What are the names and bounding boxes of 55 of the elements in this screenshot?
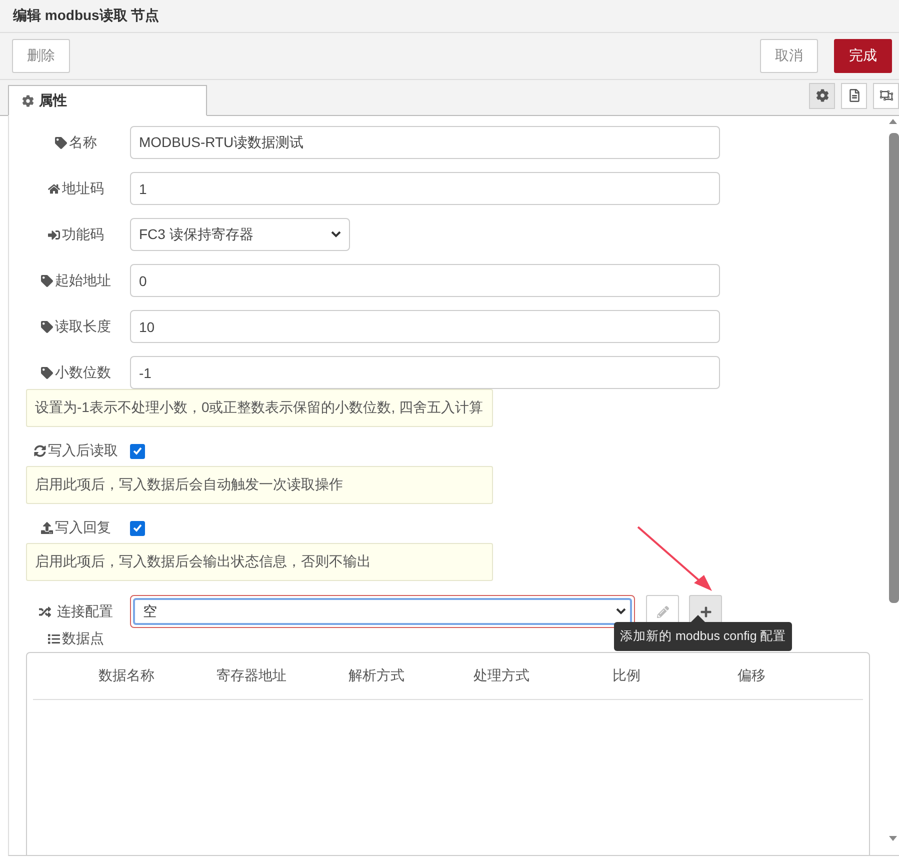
chevron-icon (616, 608, 626, 615)
check-icon (133, 524, 142, 532)
refresh-icon (34, 445, 46, 457)
chevron-icon (331, 231, 341, 238)
option-label: 写入回复 (55, 519, 111, 537)
frame-icon[interactable] (873, 82, 899, 108)
pencil-icon (656, 606, 668, 618)
delete-button[interactable]: 删除 (12, 39, 70, 73)
home-icon (48, 182, 60, 194)
select-field[interactable]: FC3 读保持寄存器 (130, 218, 350, 251)
column-header: 数据名称 (98, 667, 156, 685)
shuffle-icon (39, 606, 52, 618)
check-icon (133, 447, 142, 455)
checkbox[interactable] (130, 520, 145, 536)
section-label: 数据点 (62, 630, 104, 648)
option-label: 写入后读取 (48, 442, 118, 460)
gear-icon (22, 94, 34, 106)
field-label: 地址码 (62, 180, 104, 198)
tag-icon (41, 366, 53, 378)
document-icon[interactable] (841, 82, 867, 108)
hint-text: 启用此项后，写入数据后会输出状态信息，否则不输出 (26, 543, 493, 581)
field-label: 名称 (69, 134, 97, 152)
sign-in-icon (48, 228, 60, 240)
input-field[interactable]: MODBUS-RTU读数据测试 (130, 126, 720, 159)
field-label: 读取长度 (55, 318, 111, 336)
tag-icon (41, 274, 53, 286)
settings-icon[interactable] (809, 82, 835, 108)
column-header: 偏移 (736, 667, 766, 685)
field-label: 小数位数 (55, 364, 111, 382)
input-field[interactable]: 1 (130, 172, 720, 205)
connection-label: 连接配置 (56, 602, 113, 620)
hint-text: 启用此项后，写入数据后会自动触发一次读取操作 (26, 466, 493, 504)
column-header: 寄存器地址 (216, 667, 288, 685)
connection-select[interactable]: 空 (130, 595, 635, 628)
done-button[interactable]: 完成 (834, 39, 892, 73)
column-header: 处理方式 (472, 667, 530, 685)
input-field[interactable]: 10 (130, 310, 720, 343)
tag-icon (41, 320, 53, 332)
upload-icon (41, 522, 53, 534)
field-label: 起始地址 (55, 272, 111, 290)
column-header: 比例 (612, 667, 642, 685)
checkbox[interactable] (130, 444, 145, 458)
input-field[interactable]: -1 (130, 356, 720, 389)
tag-icon (55, 136, 67, 148)
plus-icon (700, 606, 712, 618)
tab[interactable]: 属性 (8, 85, 207, 116)
window-title: 编辑 modbus读取 节点 (0, 0, 899, 33)
hint-text: 设置为-1表示不处理小数，0或正整数表示保留的小数位数, 四舍五入计算 (26, 389, 493, 427)
tooltip: 添加新的 modbus config 配置 (614, 622, 792, 651)
field-label: 功能码 (62, 226, 104, 244)
input-field[interactable]: 0 (130, 264, 720, 297)
column-header: 解析方式 (348, 667, 406, 685)
cancel-button[interactable]: 取消 (760, 39, 818, 73)
tooltip-pointer (691, 615, 705, 622)
list-icon (48, 633, 60, 645)
